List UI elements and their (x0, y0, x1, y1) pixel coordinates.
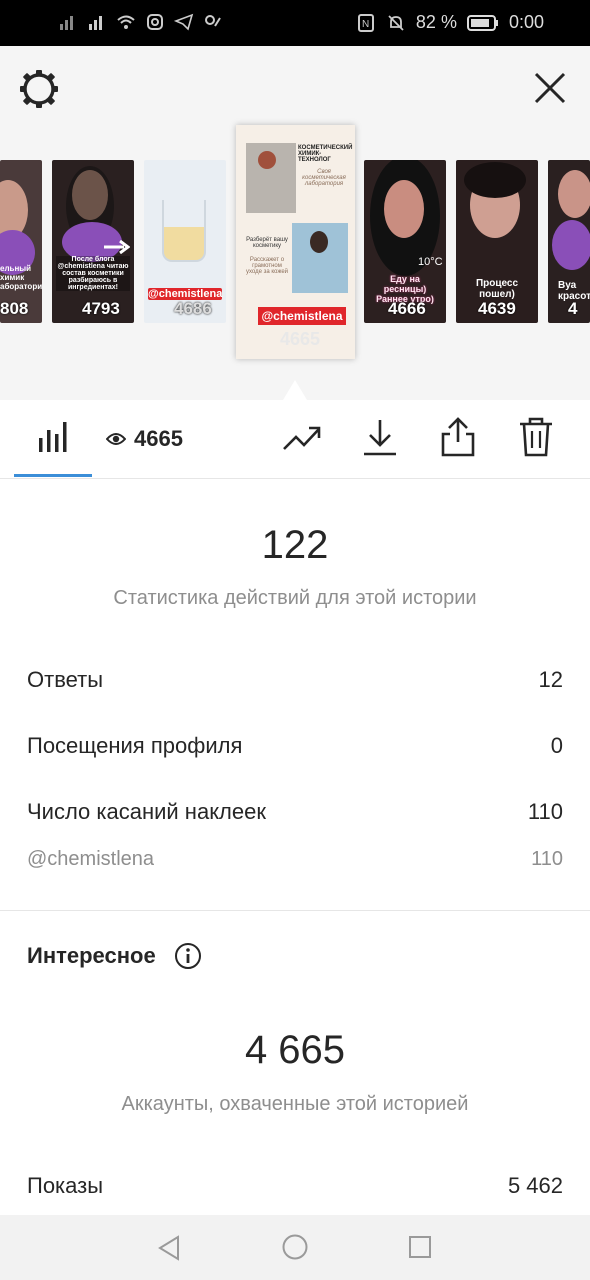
eye-icon (106, 433, 126, 445)
share-icon[interactable] (440, 416, 476, 458)
stat-value: 5 462 (507, 1173, 563, 1198)
clock: 0:00 (508, 12, 544, 32)
story-title: КОСМЕТИЧЕСКИЙ ХИМИК-ТЕХНОЛОГ (298, 145, 353, 163)
trash-icon[interactable] (518, 416, 554, 458)
active-tab-indicator (14, 474, 92, 477)
story-temp: 10°C (418, 256, 443, 268)
wifi-icon (117, 15, 135, 29)
story-text: Разберёт вашу косметику (246, 237, 288, 249)
mute-bell-icon (388, 14, 404, 31)
status-icons-right: N 82 % 0:00 (356, 12, 544, 33)
stat-label: Посещения профиля (27, 733, 243, 758)
instagram-icon (147, 14, 163, 30)
telegram-icon (174, 13, 194, 31)
stat-label: @chemistlena (27, 848, 155, 870)
actions-total: 122 (261, 523, 329, 567)
story-thumbnail[interactable]: 10°C Еду на ресницы) Раннее утро) 4666 (364, 160, 446, 323)
story-photo-person (258, 151, 276, 169)
svg-text:N: N (362, 19, 369, 30)
status-bar: N 82 % 0:00 (0, 0, 590, 46)
status-icons-left (58, 12, 223, 32)
views-tab[interactable]: 4665 (106, 426, 183, 452)
story-photo (558, 170, 590, 218)
story-text: Расскажет о грамотном уходе за кожей (245, 257, 289, 275)
selected-story-pointer (283, 380, 307, 400)
stat-row-profile-visits[interactable]: Посещения профиля 0 (27, 733, 563, 759)
story-count: 4793 (82, 299, 120, 318)
story-thumbnail[interactable]: Вуа красоти 4 (548, 160, 590, 323)
close-icon[interactable] (530, 68, 570, 108)
story-count: 4 (568, 299, 578, 318)
home-icon[interactable] (281, 1233, 309, 1261)
story-count: 808 (0, 299, 29, 318)
arrow-icon (104, 240, 130, 254)
story-caption: @chemistlena (258, 307, 346, 325)
download-icon[interactable] (362, 418, 398, 458)
system-navigation-bar (0, 1215, 590, 1280)
views-count: 4665 (134, 426, 183, 451)
settings-gear-icon[interactable] (18, 68, 60, 110)
stat-value: 110 (531, 848, 563, 870)
recents-icon[interactable] (408, 1235, 432, 1259)
reach-label: Аккаунты, охваченные этой историей (121, 1093, 469, 1115)
stat-value: 110 (527, 799, 563, 824)
selected-story-thumbnail[interactable]: КОСМЕТИЧЕСКИЙ ХИМИК-ТЕХНОЛОГ Своя космет… (236, 125, 355, 359)
stat-row-mention-sticker[interactable]: @chemistlena 110 (27, 848, 563, 871)
battery-icon (466, 14, 498, 31)
actions-label: Статистика действий для этой истории (113, 587, 477, 609)
info-icon[interactable] (174, 942, 202, 970)
battery-percent: 82 % (415, 12, 457, 32)
story-script: Своя косметическая лаборатория (302, 169, 346, 187)
discovery-title: Интересное (27, 943, 156, 968)
story-photo-clothing (552, 220, 590, 270)
section-divider (0, 910, 590, 911)
nfc-icon: N (357, 13, 374, 32)
story-thumbnail[interactable]: После блога @chemistlena читаю состав ко… (52, 160, 134, 323)
story-count: 4666 (388, 299, 426, 318)
trending-icon[interactable] (282, 423, 322, 453)
story-photo-beaker (162, 200, 206, 262)
stat-label: Показы (27, 1173, 104, 1198)
stat-label: Число касаний наклеек (27, 799, 266, 824)
story-caption: Процесс пошел) (475, 278, 519, 300)
signal-icon-2 (89, 16, 102, 30)
story-photo (384, 180, 424, 238)
story-caption: ельный химик аборатори (0, 264, 42, 291)
story-thumbnail[interactable]: Процесс пошел) 4639 (456, 160, 538, 323)
story-count: 4686 (174, 299, 212, 318)
stat-row-impressions[interactable]: Показы 5 462 (27, 1173, 563, 1199)
story-count: 4639 (478, 299, 516, 318)
story-photo-person-2 (310, 231, 328, 253)
story-count: 4665 (280, 329, 321, 349)
story-photo-hair (464, 162, 526, 198)
stat-label: Ответы (27, 667, 104, 692)
story-thumbnail[interactable]: ельный химик аборатори 808 (0, 160, 42, 323)
app-icon (205, 15, 221, 27)
story-caption: После блога @chemistlena читаю состав ко… (56, 256, 130, 291)
bar-chart-icon[interactable] (37, 420, 69, 454)
signal-icon (60, 16, 73, 30)
discovery-header: Интересное (27, 942, 202, 970)
stat-row-sticker-taps[interactable]: Число касаний наклеек 110 (27, 799, 563, 825)
story-thumbnail[interactable]: @chemistlena 4686 (144, 160, 226, 323)
stat-value: 12 (538, 667, 563, 692)
stat-value: 0 (550, 733, 563, 758)
back-icon[interactable] (156, 1234, 182, 1262)
stat-row-replies[interactable]: Ответы 12 (27, 667, 563, 693)
reach-total: 4 665 (244, 1028, 346, 1072)
